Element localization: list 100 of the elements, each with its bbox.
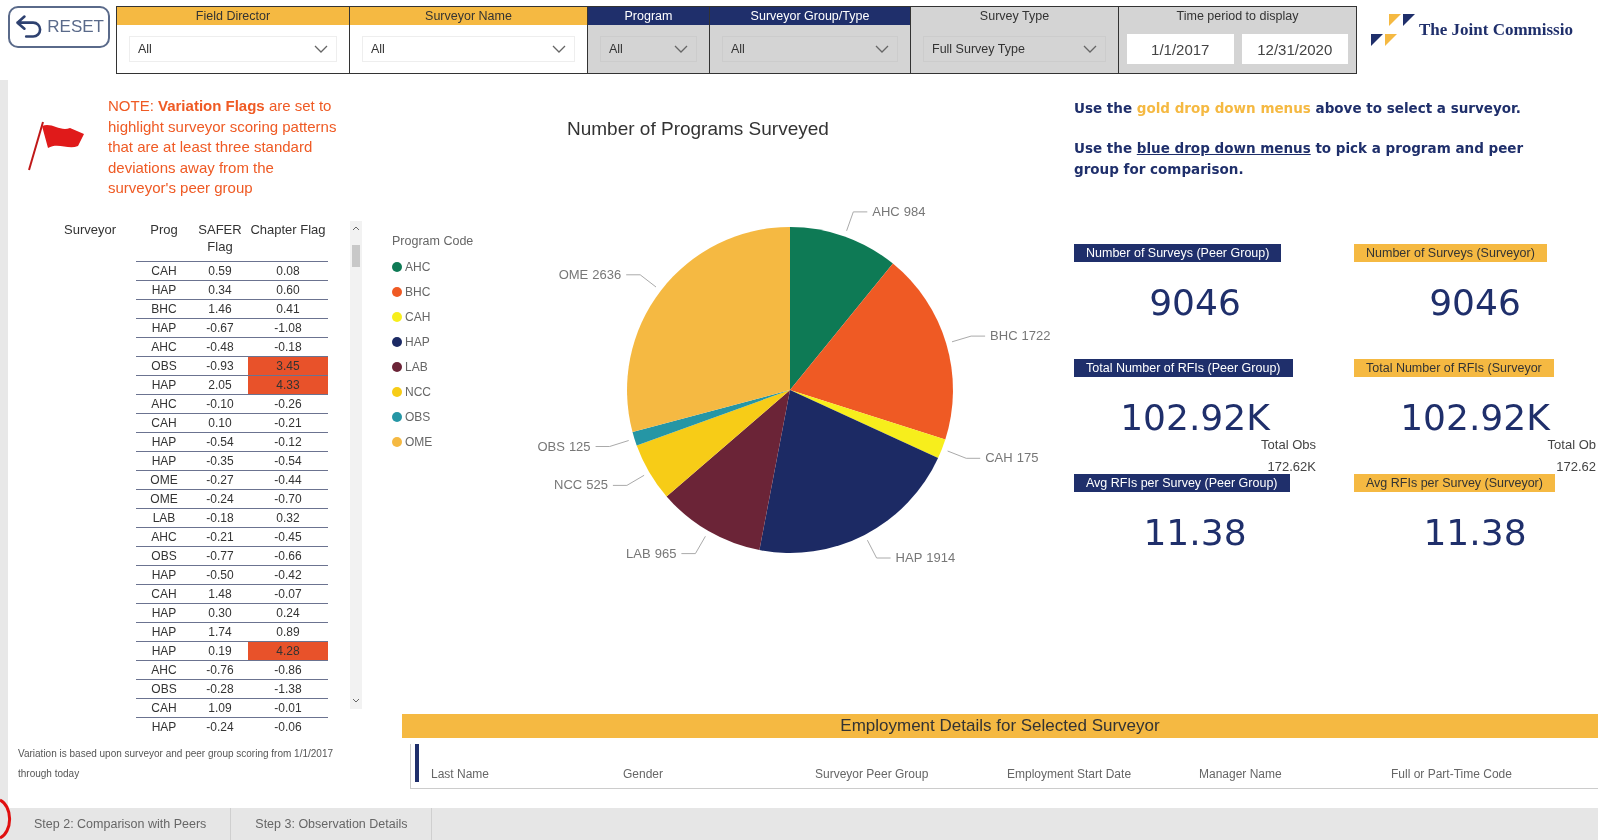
kpi-label: Avg RFIs per Survey (Surveyor) [1354,474,1555,492]
dropdown-field[interactable]: Full Survey Type [923,36,1106,62]
kpi-label: Number of Surveys (Peer Group) [1074,244,1282,262]
table-cell: 4.33 [248,375,328,394]
column-header: Last Name [431,767,490,781]
date-field[interactable]: 12/31/2020 [1241,34,1348,64]
logo-icon [1369,12,1415,48]
kpi-value: 102.92K [1400,397,1550,438]
table-cell: 4.28 [248,641,328,660]
table-cell: -0.18 [192,508,248,527]
scrollbar[interactable] [350,220,362,709]
table-cell: CAH [136,413,192,432]
table-cell: -0.10 [192,394,248,413]
chevron-icon [875,45,889,53]
chart-title: Number of Programs Surveyed [566,117,830,140]
data-label: 1722 [1021,328,1051,344]
dropdown-field[interactable]: All [600,36,697,62]
table-cell: HAP [136,318,192,337]
leader-line [947,450,981,459]
table-cell: HAP [136,717,192,736]
table-cell: HAP [136,432,192,451]
category-label: OBS [537,438,565,454]
legend-label: CAH [405,309,431,324]
table-cell: HAP [136,280,192,299]
table-cell: 1.09 [192,698,248,717]
table-cell: OBS [136,356,192,375]
link[interactable]: blue drop down menus [1136,140,1311,156]
kpi-label: Number of Surveys (Surveyor) [1354,244,1547,262]
table-cell: HAP [136,565,192,584]
annotation-mark [0,798,14,840]
tab[interactable]: Step 2: Comparison with Peers [10,808,232,840]
legend-label: HAP [405,334,430,349]
dropdown-field[interactable]: All [129,36,337,62]
table-cell: 1.74 [192,622,248,641]
sub-value: 172.62 [1555,458,1596,476]
category-label: LAB [626,545,651,561]
column-header: Employment Start Date [1007,767,1132,781]
data-label: 984 [903,203,926,219]
column-header: Prog [150,221,178,237]
table-cell: OME [136,470,192,489]
table-cell: OBS [136,679,192,698]
legend-label: AHC [405,259,431,274]
reset-button[interactable]: RESET [8,6,110,48]
tab[interactable]: Step 3: Observation Details [231,808,433,840]
category-label: NCC [554,477,583,493]
table-cell: AHC [136,337,192,356]
table-cell: HAP [136,375,192,394]
kpi-value: 11.38 [1143,512,1247,553]
column-header: Surveyor [64,221,116,237]
table-cell: 1.46 [192,299,248,318]
table-cell: 0.10 [192,413,248,432]
kpi-label: Avg RFIs per Survey (Peer Group) [1074,474,1290,492]
table-cell: -0.21 [248,413,328,432]
table-cell: -0.54 [192,432,248,451]
table-cell: -0.48 [192,337,248,356]
legend-label: OME [405,434,433,449]
table-cell: BHC [136,299,192,318]
filter-label: Field Director [117,7,349,25]
table-cell: 0.24 [248,603,328,622]
sub-value: 172.62K [1266,458,1316,476]
leader-line [625,274,657,288]
table-cell: HAP [136,451,192,470]
dropdown-field[interactable]: All [362,36,575,62]
table-cell: -1.08 [248,318,328,337]
dropdown-field[interactable]: All [722,36,898,62]
instruction-text: Use the blue drop down menus to pick a program and peer group for comparison. [1074,139,1525,179]
legend-title: Program Code [392,234,475,248]
leader-line [846,211,868,232]
logo-text: The Joint Commissio [1419,20,1573,40]
category-label: AHC [872,203,900,219]
legend-label: NCC [405,384,431,399]
table-cell: 1.48 [192,584,248,603]
leader-line [595,440,630,447]
table-cell: 0.32 [248,508,328,527]
chevron-icon [314,45,328,53]
table-cell: HAP [136,641,192,660]
table-cell: -0.01 [248,698,328,717]
category-label: HAP [895,550,923,565]
table-cell: -0.77 [192,546,248,565]
column-header: Full or Part-Time Code [1391,767,1512,781]
table-cell: CAH [136,584,192,603]
table-cell: -0.35 [192,451,248,470]
data-label: 125 [568,438,591,454]
date-field[interactable]: 1/1/2017 [1127,34,1234,64]
category-label: BHC [990,328,1018,344]
filter-label: Time period to display [1119,7,1356,25]
legend-label: LAB [405,359,428,374]
table-cell: -0.50 [192,565,248,584]
chevron-icon [552,45,566,53]
filter-label: Surveyor Group/Type [710,7,910,25]
column-header: Chapter Flag [250,221,326,237]
table-cell: -0.21 [192,527,248,546]
filter-label: Survey Type [911,7,1118,25]
kpi-value: 9046 [1149,282,1241,323]
footnote-text: Variation is based upon surveyor and peer group scoring from 1/1/2017 through today [17,746,334,781]
table-cell: 0.30 [192,603,248,622]
data-label: 175 [1016,450,1039,466]
table-cell: 0.59 [192,261,248,280]
table-cell: -0.24 [192,717,248,736]
column-header: Gender [623,767,664,781]
